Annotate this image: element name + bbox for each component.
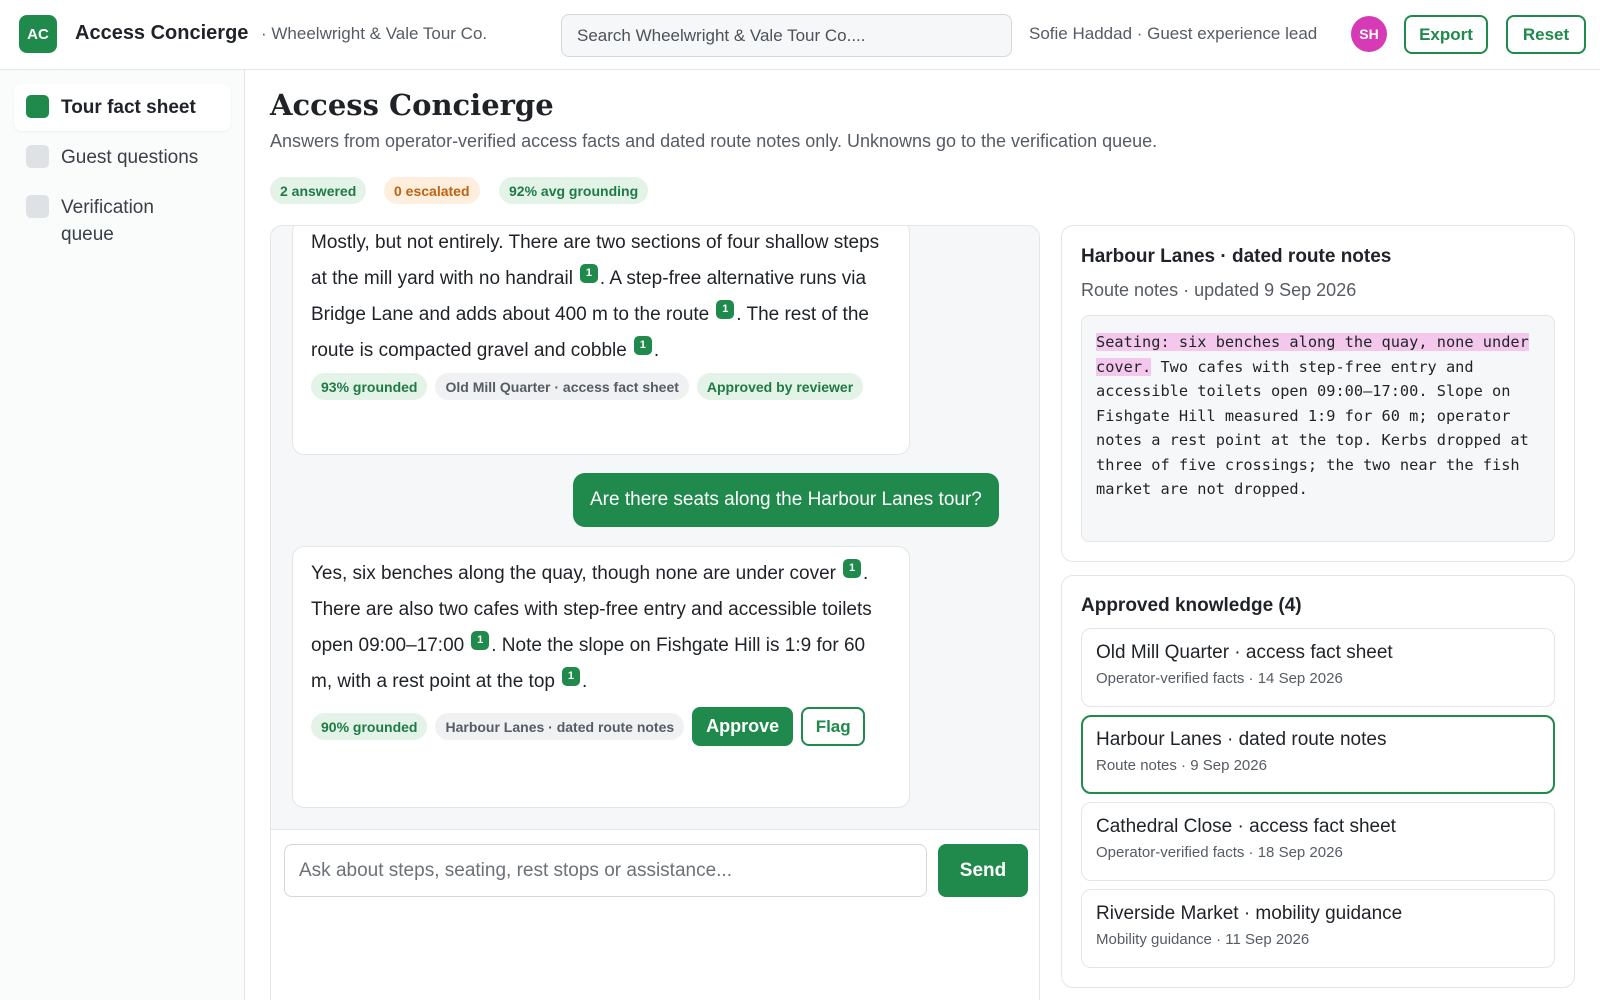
nav-status-icon <box>26 195 49 218</box>
knowledge-item-title: Harbour Lanes · dated route notes <box>1096 729 1387 750</box>
message-meta: 93% grounded Old Mill Quarter · access f… <box>311 373 891 400</box>
knowledge-item[interactable]: Riverside Market · mobility guidance Mob… <box>1081 889 1555 968</box>
knowledge-item-selected[interactable]: Harbour Lanes · dated route notes Route … <box>1081 715 1555 794</box>
knowledge-item-meta: Operator-verified facts · 14 Sep 2026 <box>1096 670 1343 687</box>
knowledge-item-title: Old Mill Quarter · access fact sheet <box>1096 642 1393 663</box>
grounding-badge: 93% grounded <box>311 373 428 400</box>
grounding-badge: 90% grounded <box>311 713 428 740</box>
flag-button[interactable]: Flag <box>801 707 866 746</box>
knowledge-item-meta: Mobility guidance · 11 Sep 2026 <box>1096 931 1310 948</box>
assistant-message: Mostly, but not entirely. There are two … <box>292 226 910 455</box>
stat-escalated-badge: 0 escalated <box>384 177 480 204</box>
nav-status-icon <box>26 145 49 168</box>
page-subtitle: Answers from operator-verified access fa… <box>270 131 1158 151</box>
knowledge-item[interactable]: Old Mill Quarter · access fact sheet Ope… <box>1081 628 1555 707</box>
sidebar-item-label: Verification queue <box>61 197 154 245</box>
export-button[interactable]: Export <box>1404 15 1488 54</box>
stat-answered-badge: 2 answered <box>270 177 367 204</box>
citation-marker[interactable]: 1 <box>561 667 580 686</box>
source-chip[interactable]: Harbour Lanes · dated route notes <box>435 713 685 740</box>
approved-knowledge-title: Approved knowledge (4) <box>1081 595 1302 616</box>
citation-marker[interactable]: 1 <box>716 300 735 319</box>
assistant-message: Yes, six benches along the quay, though … <box>292 546 910 808</box>
route-notes-meta: Route notes · updated 9 Sep 2026 <box>1081 280 1357 300</box>
knowledge-item-meta: Operator-verified facts · 18 Sep 2026 <box>1096 844 1343 861</box>
org-name: · Wheelwright & Vale Tour Co. <box>261 24 488 43</box>
send-button[interactable]: Send <box>938 844 1028 897</box>
user-message: Are there seats along the Harbour Lanes … <box>573 473 999 527</box>
knowledge-item-meta: Route notes · 9 Sep 2026 <box>1096 757 1267 774</box>
avatar[interactable]: SH <box>1351 16 1387 52</box>
stat-grounding-badge: 92% avg grounding <box>499 177 649 204</box>
search-input[interactable] <box>561 14 1012 57</box>
message-meta: 90% grounded Harbour Lanes · dated route… <box>311 707 891 746</box>
citation-marker[interactable]: 1 <box>843 559 861 578</box>
sidebar-item-guest-questions[interactable]: Guest questions <box>14 134 231 181</box>
route-notes-text: Seating: six benches along the quay, non… <box>1081 315 1555 542</box>
chat-panel: Mostly, but not entirely. There are two … <box>270 225 1040 1000</box>
citation-marker[interactable]: 1 <box>579 264 598 283</box>
message-text-segment: . <box>653 340 660 361</box>
composer-bar: Send <box>271 829 1039 1000</box>
source-chip[interactable]: Old Mill Quarter · access fact sheet <box>435 373 689 400</box>
sidebar-item-label: Tour fact sheet <box>61 97 196 118</box>
route-notes-title: Harbour Lanes · dated route notes <box>1081 246 1392 267</box>
knowledge-item-title: Riverside Market · mobility guidance <box>1096 903 1403 924</box>
approve-button[interactable]: Approve <box>692 707 794 746</box>
reset-button[interactable]: Reset <box>1506 15 1586 54</box>
knowledge-item-title: Cathedral Close · access fact sheet <box>1096 816 1396 837</box>
message-text-segment: . <box>581 671 588 692</box>
app-title: Access Concierge <box>75 22 249 44</box>
approval-status-badge: Approved by reviewer <box>696 373 864 400</box>
citation-marker[interactable]: 1 <box>471 631 490 650</box>
top-bar: AC Access Concierge · Wheelwright & Vale… <box>0 0 1600 70</box>
message-text: Mostly, but not entirely. There are two … <box>311 226 891 369</box>
approved-knowledge-card: Approved knowledge (4) Old Mill Quarter … <box>1061 575 1575 988</box>
sidebar-item-tour-fact-sheet[interactable]: Tour fact sheet <box>14 84 231 131</box>
message-input[interactable] <box>284 844 927 897</box>
page-title: Access Concierge <box>270 88 554 122</box>
message-text: Yes, six benches along the quay, though … <box>311 556 891 700</box>
nav-status-icon <box>26 95 49 118</box>
message-text-segment: Yes, six benches along the quay, though … <box>311 563 836 584</box>
sidebar-item-label: Guest questions <box>61 147 199 168</box>
user-label: Sofie Haddad · Guest experience lead <box>1029 24 1318 43</box>
sidebar: Tour fact sheet Guest questions Verifica… <box>0 70 245 1000</box>
route-notes-body: Two cafes with step-free entry and acces… <box>1096 357 1529 499</box>
knowledge-item[interactable]: Cathedral Close · access fact sheet Oper… <box>1081 802 1555 881</box>
app-logo: AC <box>19 15 57 53</box>
citation-marker[interactable]: 1 <box>633 336 652 355</box>
route-notes-card: Harbour Lanes · dated route notes Route … <box>1061 225 1575 562</box>
sidebar-item-verification-queue[interactable]: Verification queue <box>14 184 194 258</box>
